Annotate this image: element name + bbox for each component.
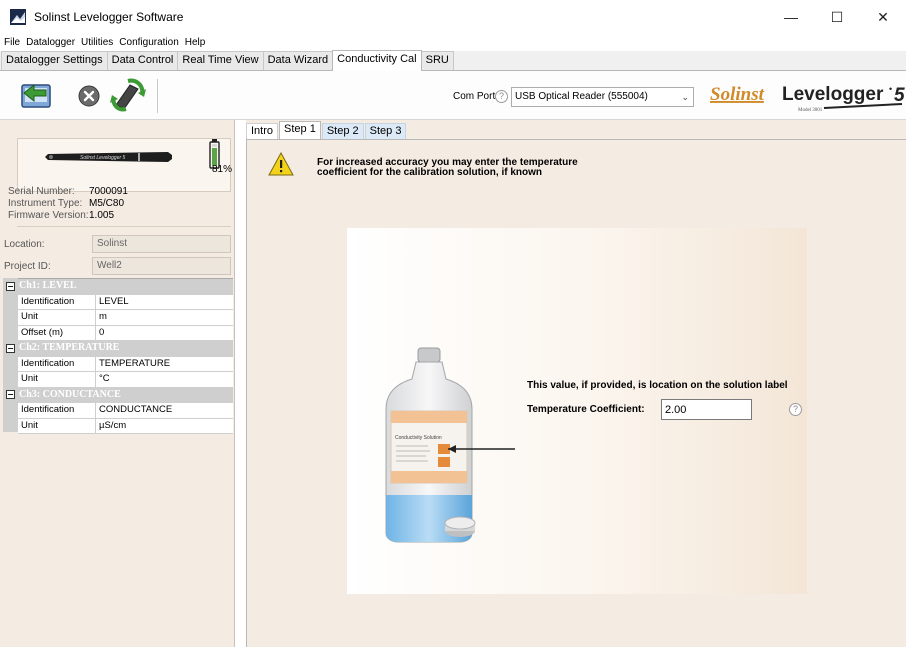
stop-logging-icon[interactable] [78,85,100,107]
calibration-step-tabs: Intro Step 1 Step 2 Step 3 [246,121,407,140]
menu-datalogger[interactable]: Datalogger [26,37,75,48]
tab-step-3[interactable]: Step 3 [364,123,407,140]
com-port-label: Com Port: [453,91,499,102]
location-field[interactable]: Solinst [92,235,231,253]
toolbar-separator [157,79,158,113]
com-port-select[interactable]: USB Optical Reader (555004) ⌄ [511,87,694,107]
temperature-coefficient-help-icon[interactable]: ? [789,403,802,416]
channel-property-grid: − Ch1: LEVEL Identification LEVEL Unit m Of… [6,278,233,434]
warning-message: For increased accuracy you may enter the… [317,157,578,178]
serial-label: Serial Number: [8,186,75,197]
com-port-help-icon[interactable]: ? [495,90,508,103]
conductivity-solution-bottle-icon: Conductivity Solution [385,347,515,543]
channel-header[interactable]: − Ch1: LEVEL [6,279,233,295]
instrument-type-value: M5/C80 [89,198,125,209]
collapse-icon[interactable]: − [6,281,15,291]
table-row[interactable]: Identification LEVEL [18,294,233,310]
tab-conductivity-cal[interactable]: Conductivity Cal [332,50,422,71]
tab-data-control[interactable]: Data Control [106,51,179,70]
solution-label-hint: This value, if provided, is location on … [527,380,788,391]
menu-bar: File Datalogger Utilities Configuration … [0,34,906,50]
battery-percent: 81% [212,164,233,175]
brand-version: 5 [894,85,905,106]
minimize-button[interactable]: — [768,0,814,34]
chevron-down-icon: ⌄ [681,92,689,102]
tab-step-2[interactable]: Step 2 [321,123,364,140]
maximize-button[interactable]: ☐ [814,0,860,34]
collapse-icon[interactable]: − [6,343,15,353]
title-bar: Solinst Levelogger Software — ☐ ✕ [0,0,906,34]
menu-file[interactable]: File [4,37,20,48]
tab-step-1[interactable]: Step 1 [279,121,321,140]
main-tab-strip: Datalogger Settings Data Control Real Ti… [0,50,906,71]
table-row[interactable]: Identification TEMPERATURE [18,356,233,372]
instrument-type-label: Instrument Type: [8,198,83,209]
brand-solinst: Solinst [710,84,765,105]
temperature-coefficient-label: Temperature Coefficient: [527,404,645,415]
menu-utilities[interactable]: Utilities [81,37,113,48]
serial-value: 7000091 [89,186,128,197]
collapse-icon[interactable]: − [6,390,15,400]
channel-header[interactable]: − Ch2: TEMPERATURE [6,341,233,357]
app-icon [10,9,26,25]
svg-text:Conductivity Solution: Conductivity Solution [395,435,442,441]
tab-intro[interactable]: Intro [246,123,279,140]
table-row[interactable]: Offset (m) 0 [18,325,233,341]
instrument-preview: Solinst Levelogger 5 [17,138,231,192]
brand-product: Levelogger [782,84,884,105]
menu-configuration[interactable]: Configuration [119,37,178,48]
location-label: Location: [4,239,45,250]
menu-help[interactable]: Help [185,37,206,48]
table-row[interactable]: Identification CONDUCTANCE [18,403,233,419]
warning-icon [268,152,294,176]
close-button[interactable]: ✕ [860,0,906,34]
svg-text:•: • [889,84,892,94]
tab-sru[interactable]: SRU [420,51,454,70]
tab-data-wizard[interactable]: Data Wizard [262,51,334,70]
svg-text:Solinst Levelogger 5: Solinst Levelogger 5 [80,155,126,161]
channel-header[interactable]: − Ch3: CONDUCTANCE [6,387,233,403]
table-row[interactable]: Unit °C [18,372,233,388]
tab-real-time-view[interactable]: Real Time View [177,51,264,70]
solinst-levelogger-logo: Solinst Levelogger • 5 Model 3001 [710,84,905,113]
table-row[interactable]: Unit m [18,310,233,326]
tab-datalogger-settings[interactable]: Datalogger Settings [1,51,108,70]
sync-clock-icon[interactable] [108,75,148,115]
retrieve-settings-icon[interactable] [20,79,56,111]
window-title: Solinst Levelogger Software [34,10,184,24]
table-row[interactable]: Unit µS/cm [18,418,233,434]
com-port-value: USB Optical Reader (555004) [515,91,648,102]
project-id-field[interactable]: Well2 [92,257,231,275]
firmware-label: Firmware Version: [8,210,89,221]
info-divider [17,226,231,227]
brand-model: Model 3001 [798,108,823,113]
levelogger-device-icon: Solinst Levelogger 5 [45,139,220,169]
project-id-label: Project ID: [4,261,51,272]
firmware-value: 1.005 [89,210,115,221]
temperature-coefficient-input[interactable] [661,399,752,420]
